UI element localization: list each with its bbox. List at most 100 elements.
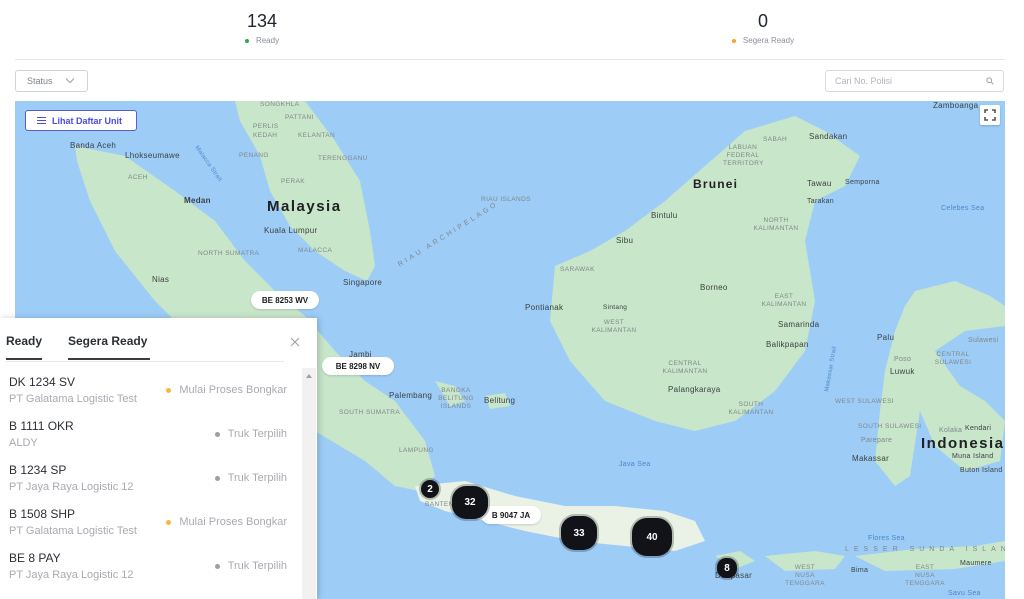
search-icon[interactable] (986, 77, 994, 85)
map-label-south-sumatra: SOUTH SUMATRA (339, 409, 401, 416)
item-company: PT Jaya Raya Logistic 12 (9, 481, 134, 493)
vehicle-cluster[interactable]: 8 (717, 558, 737, 578)
landmass-borneo (550, 116, 860, 431)
map-label-balikpapan: Balikpapan (766, 340, 809, 349)
map-label-singapore: Singapore (343, 278, 383, 287)
status-dot (214, 563, 220, 569)
map-label-belitung: Belitung (484, 396, 516, 405)
map-label-south-kalimantan: SOUTH KALIMANTAN (728, 401, 774, 416)
ready-label: Ready (255, 36, 280, 45)
map-label-malaysia: Malaysia (267, 198, 342, 215)
list-item[interactable]: BE 8 PAY PT Jaya Raya Logistic 12 Truk T… (0, 544, 302, 588)
scroll-up-arrow-icon[interactable] (306, 374, 312, 378)
vehicle-cluster[interactable]: 32 (452, 486, 488, 519)
map-label-aceh: ACEH (128, 174, 148, 181)
unit-list-panel: Ready Segera Ready DK 1234 SV PT Galatam… (0, 318, 317, 599)
map-label-west-nusa-tenggara: WEST NUSA TENGGARA (785, 564, 825, 587)
map-label-east-nusa-tenggara: EAST NUSA TENGGARA (905, 564, 945, 587)
map-label-central-kalimantan: CENTRAL KALIMANTAN (662, 360, 708, 375)
map-label-palembang: Palembang (389, 391, 433, 400)
map-label-perlis: PERLIS (253, 123, 279, 130)
fullscreen-icon (984, 109, 996, 121)
list-item[interactable]: DK 1234 SV PT Galatama Logistic Test Mul… (0, 368, 302, 412)
status-filter-label: Status (27, 76, 53, 86)
item-company: ALDY (9, 437, 38, 449)
map-label-sibu: Sibu (616, 236, 634, 245)
list-icon (37, 117, 46, 124)
map-label-north-kalimantan: NORTH KALIMANTAN (753, 217, 799, 232)
map-label-terengganu: TERENGGANU (318, 155, 368, 162)
segera-ready-count: 0 (757, 11, 768, 31)
map-label-pattani: PATTANI (285, 114, 314, 121)
vehicle-cluster[interactable]: 40 (632, 518, 672, 556)
map-label-flores-sea: Flores Sea (868, 535, 905, 542)
status-dot (166, 387, 172, 393)
map-label-malacca: MALACCA (298, 247, 333, 254)
tab-ready[interactable]: Ready (6, 334, 42, 360)
map-label-kuala-lumpur: Kuala Lumpur (264, 226, 318, 235)
item-company: PT Jaya Raya Logistic 12 (9, 569, 134, 581)
item-company: PT Galatama Logistic Test (9, 525, 137, 537)
status-filter-dropdown[interactable]: Status (15, 70, 88, 92)
map-label-brunei: Brunei (693, 177, 739, 191)
map-label-bima: Bima (851, 567, 869, 574)
map-label-palangkaraya: Palangkaraya (668, 385, 721, 394)
stat-ready: 134 Ready (162, 10, 362, 45)
vehicle-marker[interactable]: BE 8253 WV (251, 291, 319, 309)
map-label-celebes-sea: Celebes Sea (941, 205, 985, 212)
close-icon[interactable] (289, 336, 301, 348)
map-label-samarinda: Samarinda (778, 320, 820, 329)
map-label-savu-sea: Savu Sea (948, 590, 981, 597)
map-label-java-sea: Java Sea (619, 461, 651, 468)
view-unit-list-label: Lihat Daftar Unit (52, 115, 123, 126)
stats-bar: 134 Ready 0 Segera Ready (15, 0, 1005, 60)
map-label-parepare: Parepare (861, 437, 893, 444)
map-label-sintang: Sintang (603, 304, 628, 311)
item-status: Mulai Proses Bongkar (166, 516, 287, 528)
tab-segera-ready[interactable]: Segera Ready (68, 334, 150, 360)
item-status: Truk Terpilih (214, 428, 287, 440)
map-label-penang: PENANG (239, 152, 269, 159)
map-label-bintulu: Bintulu (651, 211, 678, 220)
map-label-bangka-belitung: BANGKA BELITUNG ISLANDS (438, 387, 474, 410)
vehicle-cluster[interactable]: 2 (421, 480, 439, 498)
item-status: Mulai Proses Bongkar (166, 384, 287, 396)
map-label-muna-island: Muna Island (952, 453, 994, 460)
item-plate: B 1111 OKR (9, 419, 74, 433)
item-company: PT Galatama Logistic Test (9, 393, 137, 405)
map-label-zamboanga: Zamboanga (933, 101, 979, 110)
map-label-banten: BANTEN (425, 501, 454, 508)
list-scrollbar[interactable] (302, 368, 316, 599)
map-label-sarawak: SARAWAK (560, 266, 595, 273)
map-label-maumere: Maumere (960, 560, 992, 567)
map-label-riau-islands: RIAU ISLANDS (481, 196, 531, 203)
item-plate: DK 1234 SV (9, 375, 76, 389)
chevron-down-icon (65, 74, 74, 84)
map-label-palu: Palu (877, 333, 895, 342)
map-label-makassar: Makassar (852, 454, 890, 463)
stat-segera-ready: 0 Segera Ready (663, 10, 863, 45)
map-label-semporna: Semporna (845, 179, 880, 186)
map-label-west-kalimantan: WEST KALIMANTAN (591, 319, 637, 334)
map-label-medan: Medan (184, 196, 211, 205)
vehicle-marker[interactable]: BE 8298 NV (322, 357, 394, 375)
map-label-kedah: KEDAH (253, 132, 278, 139)
fullscreen-button[interactable] (980, 105, 1000, 125)
map-label-luwuk: Sulawesi (968, 337, 999, 344)
item-status: Truk Terpilih (214, 560, 287, 572)
list-item[interactable]: B 1111 OKR ALDY Truk Terpilih (0, 412, 302, 456)
list-item[interactable]: B 1508 SHP PT Galatama Logistic Test Mul… (0, 500, 302, 544)
segera-ready-label: Segera Ready (742, 36, 795, 45)
map-label-kolaka: Kolaka (939, 427, 963, 434)
search-box[interactable] (825, 70, 1004, 92)
map-label-north-sumatra: NORTH SUMATRA (198, 250, 260, 257)
view-unit-list-button[interactable]: Lihat Daftar Unit (25, 110, 137, 131)
vehicle-marker[interactable]: B 9047 JA (481, 506, 541, 524)
map-label-tarakan: Tarakan (807, 198, 835, 205)
map-label-lampung: LAMPUNG (399, 447, 434, 454)
list-item[interactable]: B 1234 SP PT Jaya Raya Logistic 12 Truk … (0, 456, 302, 500)
vehicle-cluster[interactable]: 33 (561, 516, 597, 550)
unit-list: DK 1234 SV PT Galatama Logistic Test Mul… (0, 368, 302, 599)
search-plate-input[interactable] (826, 76, 976, 86)
map-label-tawau: Tawau (807, 179, 832, 188)
